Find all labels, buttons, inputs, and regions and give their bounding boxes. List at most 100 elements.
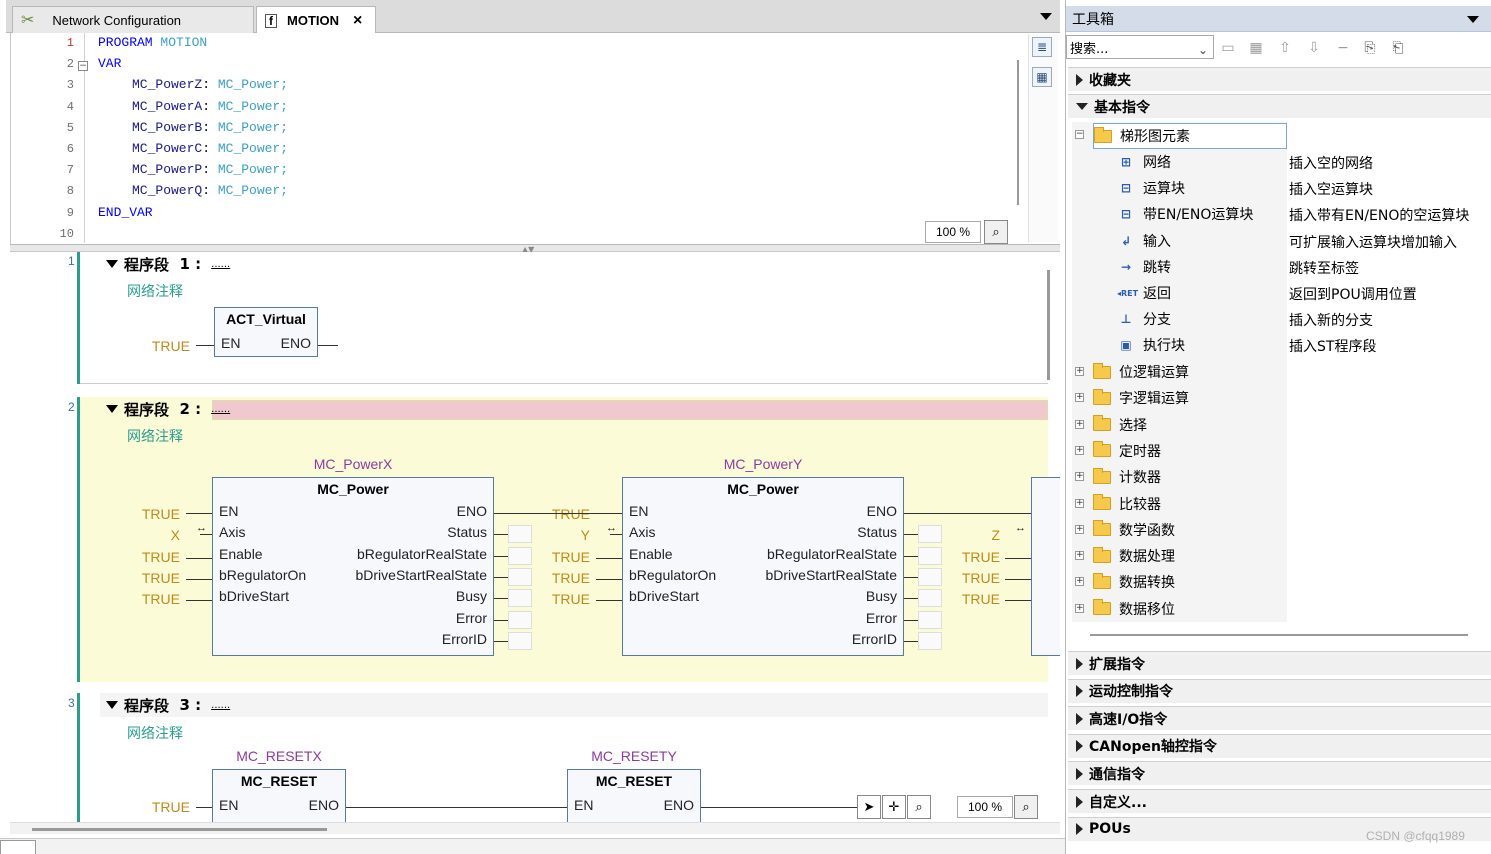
literal-axis[interactable]: Z [950,527,1000,543]
move-up-icon[interactable]: ⇧ [1275,38,1295,58]
code-line[interactable]: MC_PowerP: MC_Power; [132,162,288,177]
toolbox-item[interactable]: → 跳转 [1117,254,1171,280]
output-variable-field[interactable] [508,546,532,565]
literal-true[interactable]: TRUE [950,549,1000,565]
code-scrollbar[interactable] [1017,60,1019,205]
literal-true[interactable]: TRUE [950,570,1000,586]
import-icon[interactable]: ⎗ [1388,38,1408,58]
tree-folder[interactable]: 数据转换 [1093,569,1175,595]
zoom-tool-icon[interactable]: ⌕ [907,795,931,819]
fb-instance-name[interactable]: MC_PowerY [622,456,904,472]
expand-icon[interactable]: + [1075,419,1084,429]
output-variable-field[interactable] [508,567,532,586]
toolbox-scrollbar[interactable] [1090,634,1468,636]
collapse-icon[interactable] [106,260,118,268]
move-down-icon[interactable]: ⇩ [1304,38,1324,58]
toolbox-item[interactable]: ▣ 执行块 [1117,332,1185,358]
toolbox-category[interactable]: 扩展指令 [1068,651,1491,675]
fb-instance-name[interactable]: MC_PowerX [212,456,494,472]
close-icon[interactable]: × [353,12,362,30]
literal-true[interactable]: TRUE [530,549,590,565]
tabular-view-icon[interactable]: ▦ [1032,67,1052,87]
output-variable-field[interactable] [508,589,532,608]
output-variable-field[interactable] [918,631,942,650]
fold-toggle-icon[interactable]: − [78,61,88,71]
export-icon[interactable]: ⎘ [1360,38,1380,58]
literal-axis[interactable]: X [120,527,180,543]
code-line[interactable]: PROGRAM MOTION [98,35,207,50]
expand-icon[interactable]: + [1075,393,1084,403]
literal-true[interactable]: TRUE [530,506,590,522]
toolbox-category[interactable]: 高速I/O指令 [1068,706,1491,731]
tree-folder[interactable]: 数据移位 [1093,596,1175,622]
network-comment[interactable]: 网络注释 [127,723,183,743]
output-variable-field[interactable] [508,631,532,650]
literal-true[interactable]: TRUE [530,591,590,607]
tab-list-dropdown-icon[interactable] [1040,13,1052,20]
output-variable-field[interactable] [918,546,942,565]
zoom-magnifier-icon[interactable]: ⌕ [984,220,1008,244]
bottom-panel-tab[interactable] [0,840,36,854]
new-folder-icon[interactable]: ▭ [1218,38,1238,58]
ladder-editor[interactable]: 1 程序段 1 : ...... 网络注释 TRUE ACT_Virtual E… [10,252,1060,832]
expand-icon[interactable]: + [1075,603,1084,613]
network-3-header[interactable]: 程序段 3 : ...... [100,693,1048,717]
tree-folder[interactable]: 字逻辑运算 [1093,385,1189,411]
output-variable-field[interactable] [918,567,942,586]
collapse-icon[interactable] [106,405,118,413]
tree-folder[interactable]: 位逻辑运算 [1093,359,1189,385]
declaration-editor[interactable] [10,33,1060,245]
code-zoom-level[interactable]: 100 % [925,221,981,243]
literal-true[interactable]: TRUE [950,591,1000,607]
editor-splitter[interactable]: ▲▼ [10,244,1060,254]
toolbox-item[interactable]: ↲ 输入 [1117,228,1171,254]
literal-true[interactable]: TRUE [530,570,590,586]
collapse-icon[interactable]: − [1075,130,1084,139]
tree-folder[interactable]: 选择 [1093,412,1147,438]
toolbox-category[interactable]: CANopen轴控指令 [1068,733,1491,758]
literal-true[interactable]: TRUE [120,338,190,354]
toolbox-category-basic[interactable]: 基本指令 [1068,94,1491,118]
expand-icon[interactable]: + [1075,498,1084,508]
expand-icon[interactable]: + [1075,472,1084,482]
code-line[interactable]: MC_PowerQ: MC_Power; [132,183,288,198]
tree-group-ladder-elements[interactable]: 梯形图元素 [1093,123,1287,149]
tree-folder[interactable]: 比较器 [1093,491,1161,517]
toolbox-category[interactable]: 运动控制指令 [1068,678,1491,703]
fb-instance-name[interactable]: MC_RESETX [212,748,346,764]
tree-folder[interactable]: 计数器 [1093,464,1161,490]
panel-menu-icon[interactable] [1467,16,1479,23]
toolbox-search-input[interactable]: 搜索... [1066,35,1214,59]
mc-power-block-partial[interactable] [1031,477,1060,656]
code-line[interactable]: VAR [98,56,121,71]
fb-instance-name[interactable]: MC_RESETY [567,748,701,764]
code-line[interactable]: MC_PowerB: MC_Power; [132,120,288,135]
network-title-placeholder[interactable]: ...... [211,700,230,711]
output-variable-field[interactable] [508,610,532,629]
grid-icon[interactable]: ▦ [1246,38,1266,58]
act-virtual-block[interactable]: ACT_Virtual EN ENO [214,307,318,357]
network-1-header[interactable]: 程序段 1 : ...... [100,252,1048,276]
network-title-placeholder[interactable]: ...... [211,404,230,415]
textual-view-icon[interactable]: ≣ [1032,37,1052,57]
network-comment[interactable]: 网络注释 [127,426,183,446]
toolbox-item[interactable]: ⊟ 带EN/ENO运算块 [1117,201,1253,227]
literal-true[interactable]: TRUE [120,591,180,607]
toolbox-category[interactable]: 自定义... [1068,789,1491,813]
remove-icon[interactable]: − [1333,38,1353,58]
literal-true[interactable]: TRUE [120,570,180,586]
expand-icon[interactable]: + [1075,445,1084,455]
toolbox-item[interactable]: ⊞ 网络 [1117,149,1171,175]
ladder-zoom-level[interactable]: 100 % [957,796,1013,818]
literal-true[interactable]: TRUE [120,799,190,815]
tab-motion[interactable]: f MOTION × [256,6,376,34]
toolbox-item[interactable]: ⊥ 分支 [1117,306,1171,332]
mc-power-block[interactable]: MC_Power EN Axis Enable bRegulatorOn bDriveSt… [622,477,904,656]
tab-network-configuration[interactable]: ✂ Network Configuration [12,6,254,33]
literal-true[interactable]: TRUE [120,506,180,522]
mc-power-block[interactable]: MC_Power EN Axis Enable bRegulatorOn bDriveSt… [212,477,494,656]
pointer-tool-icon[interactable]: ➤ [857,795,881,819]
zoom-magnifier-icon[interactable]: ⌕ [1014,795,1038,819]
output-variable-field[interactable] [918,525,942,544]
expand-icon[interactable]: + [1075,551,1084,561]
